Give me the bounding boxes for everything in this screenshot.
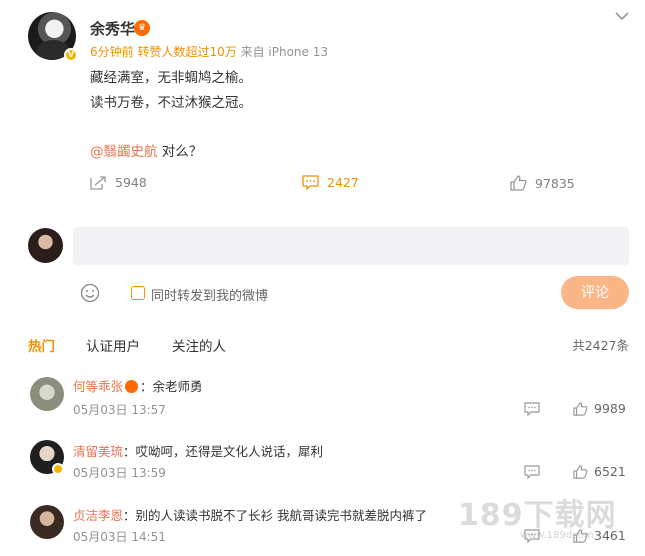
post-mention-line: @翳蠲史航 对么？: [90, 140, 202, 160]
comment-time: 05月03日 13:57: [73, 403, 166, 417]
comment-count: 2427: [327, 175, 359, 190]
tab-following[interactable]: 关注的人: [172, 335, 226, 355]
repost-count: 5948: [115, 175, 147, 190]
commenter-avatar[interactable]: [30, 505, 64, 539]
post-repost-info: 转赞人数超过10万: [137, 45, 237, 59]
submit-comment-button[interactable]: 评论: [561, 276, 629, 309]
comment-text: 清留美琉：哎呦呵，还得是文化人说话，犀利: [73, 441, 323, 460]
like-button[interactable]: 97835: [510, 175, 575, 191]
vip-crown-icon: [125, 380, 139, 393]
comment-button[interactable]: 2427: [302, 175, 359, 190]
comment-text: 何等乖张 ：余老师勇: [73, 376, 203, 395]
watermark-url: www.189dcom: [520, 530, 594, 541]
repost-checkbox-label[interactable]: 同时转发到我的微博: [151, 285, 268, 304]
verified-badge-icon: V: [64, 48, 78, 62]
user-mention[interactable]: @翳蠲史航: [90, 144, 158, 160]
comment-icon: [302, 175, 319, 190]
comment-body: ：余老师勇: [140, 379, 203, 394]
reply-icon[interactable]: [524, 402, 540, 416]
comment-text: 贞洁李恩：别的人读读书脱不了长衫 我航哥读完书就差脱内裤了: [73, 505, 427, 524]
like-count: 97835: [535, 175, 575, 191]
vip-crown-icon: ♛: [134, 20, 150, 36]
comment-total: 共2427条: [572, 338, 629, 353]
comment-body: ：哎呦呵，还得是文化人说话，犀利: [123, 444, 324, 459]
comment-like-count: 6521: [594, 464, 626, 479]
post-meta: 6分钟前 转赞人数超过10万 来自 iPhone 13: [90, 43, 328, 60]
mention-suffix: 对么？: [157, 144, 203, 160]
emoji-icon[interactable]: [80, 283, 100, 303]
my-avatar[interactable]: [28, 228, 63, 263]
commenter-avatar[interactable]: [30, 377, 64, 411]
comment-time: 05月03日 13:59: [73, 466, 166, 480]
thumbs-up-icon: [510, 175, 527, 191]
commenter-name[interactable]: 贞洁李恩: [73, 508, 123, 523]
repost-checkbox[interactable]: [131, 286, 145, 300]
author-name[interactable]: 余秀华: [90, 18, 135, 39]
comment-body: ：别的人读读书脱不了长衫 我航哥读完书就差脱内裤了: [123, 508, 427, 523]
reply-icon[interactable]: [524, 465, 540, 479]
post-text-line: 读书万卷，不过沐猴之冠。: [90, 95, 252, 111]
verified-badge-icon: [52, 463, 64, 475]
tab-verified[interactable]: 认证用户: [86, 335, 140, 355]
comment-like-count: 9989: [594, 401, 626, 416]
post-text-line: 藏经满室，无非蜩鸠之榆。: [90, 70, 252, 86]
comment-input[interactable]: [73, 227, 629, 265]
comment-like-button[interactable]: 9989: [573, 401, 626, 416]
tab-hot[interactable]: 热门: [28, 335, 55, 355]
commenter-name[interactable]: 清留美琉: [73, 444, 123, 459]
post-time[interactable]: 6分钟前: [90, 45, 134, 59]
chevron-down-icon[interactable]: [614, 8, 630, 24]
post-source: 来自 iPhone 13: [240, 45, 328, 59]
commenter-name[interactable]: 何等乖张: [73, 379, 123, 394]
repost-icon: [90, 176, 106, 190]
comment-like-button[interactable]: 6521: [573, 464, 626, 479]
comment-time: 05月03日 14:51: [73, 530, 166, 544]
thumbs-up-icon: [573, 464, 588, 479]
watermark: 189下载网: [458, 498, 617, 533]
repost-button[interactable]: 5948: [90, 175, 147, 190]
thumbs-up-icon: [573, 401, 588, 416]
